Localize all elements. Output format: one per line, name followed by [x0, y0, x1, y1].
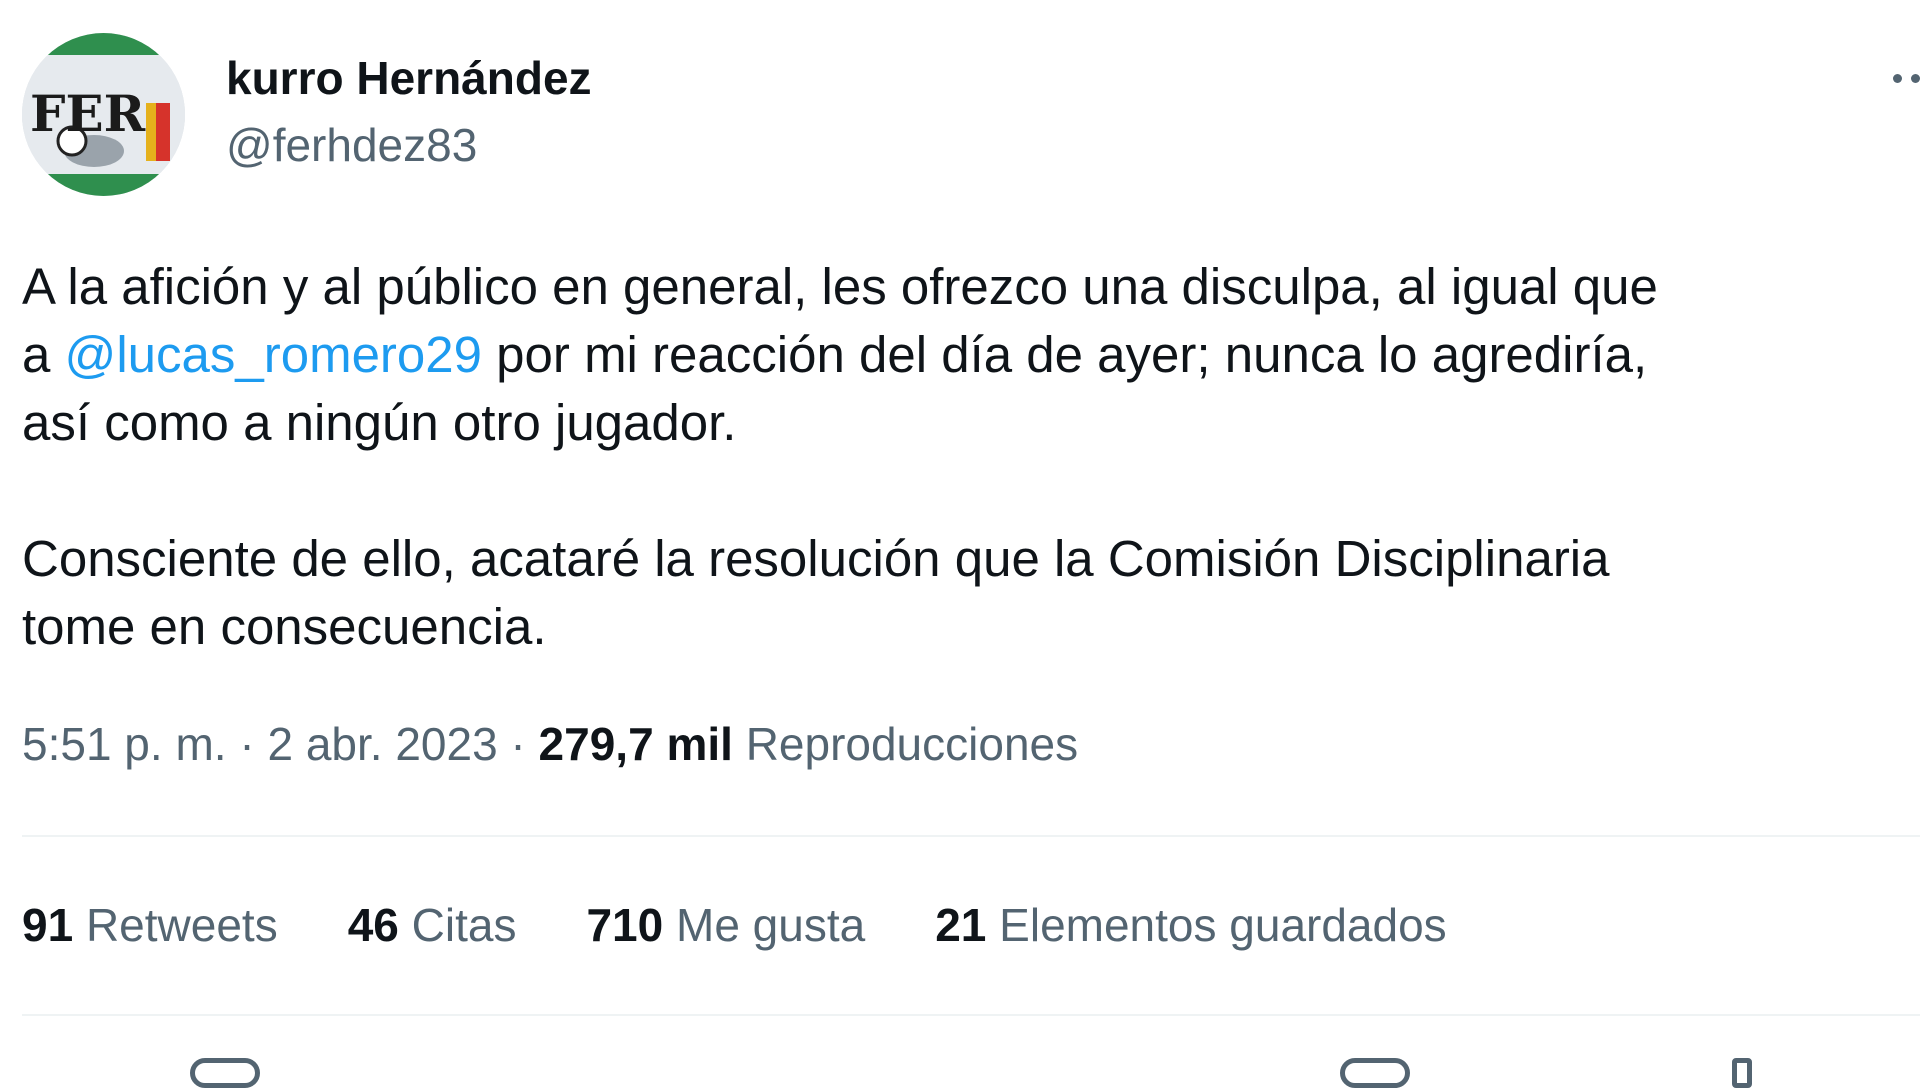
more-horizontal-icon-dot	[1911, 73, 1920, 83]
tweet-paragraph-1: A la afición y al público en general, le…	[22, 253, 1920, 457]
author-handle[interactable]: @ferhdez83	[226, 117, 477, 173]
mention-link[interactable]: @lucas_romero29	[65, 326, 482, 383]
stat-quotes[interactable]: 46 Citas	[348, 897, 517, 953]
meta-separator: ·	[497, 718, 539, 770]
tweet-meta: 5:51 p. m. · 2 abr. 2023 · 279,7 mil Rep…	[22, 716, 1078, 772]
stat-label: Elementos guardados	[999, 899, 1447, 951]
divider	[22, 1014, 1920, 1016]
tweet-date[interactable]: 2 abr. 2023	[267, 718, 497, 770]
stat-bookmarks[interactable]: 21 Elementos guardados	[935, 897, 1446, 953]
tweet-line: así como a ningún otro jugador.	[22, 394, 737, 451]
svg-text:FER: FER	[30, 84, 146, 143]
tweet-text: A la afición y al público en general, le…	[22, 253, 1920, 661]
share-icon[interactable]	[1732, 1058, 1752, 1088]
avatar-image: FER	[22, 33, 185, 196]
views-label: Reproducciones	[745, 718, 1079, 770]
tweet-time[interactable]: 5:51 p. m.	[22, 718, 227, 770]
stat-likes[interactable]: 710 Me gusta	[586, 897, 865, 953]
avatar[interactable]: FER	[22, 33, 185, 196]
tweet-detail: FER kurro Hernández @ferhdez83 A la afic…	[22, 0, 1920, 1088]
views-count: 279,7 mil	[538, 718, 733, 770]
tweet-line: Consciente de ello, acataré la resolució…	[22, 530, 1610, 587]
more-options-button[interactable]	[1877, 58, 1920, 98]
tweet-line: por mi reacción del día de ayer; nunca l…	[482, 326, 1648, 383]
tweet-line: tome en consecuencia.	[22, 598, 547, 655]
tweet-paragraph-2: Consciente de ello, acataré la resolució…	[22, 525, 1920, 661]
stat-count: 710	[586, 899, 664, 951]
like-icon[interactable]	[1340, 1058, 1410, 1088]
more-horizontal-icon	[1893, 73, 1902, 83]
stat-label: Citas	[411, 899, 517, 951]
reply-icon[interactable]	[190, 1058, 260, 1088]
tweet-line: a	[22, 326, 65, 383]
stat-label: Retweets	[85, 899, 278, 951]
stat-count: 46	[347, 899, 399, 951]
tweet-line: A la afición y al público en general, le…	[22, 258, 1658, 315]
stat-retweets[interactable]: 91 Retweets	[22, 897, 278, 953]
divider	[22, 835, 1920, 837]
stat-label: Me gusta	[676, 899, 866, 951]
engagement-stats: 91 Retweets 46 Citas 710 Me gusta 21 Ele…	[22, 897, 1447, 953]
stat-count: 91	[22, 899, 74, 951]
meta-separator: ·	[226, 718, 268, 770]
author-name[interactable]: kurro Hernández	[226, 50, 592, 106]
stat-count: 21	[935, 899, 987, 951]
